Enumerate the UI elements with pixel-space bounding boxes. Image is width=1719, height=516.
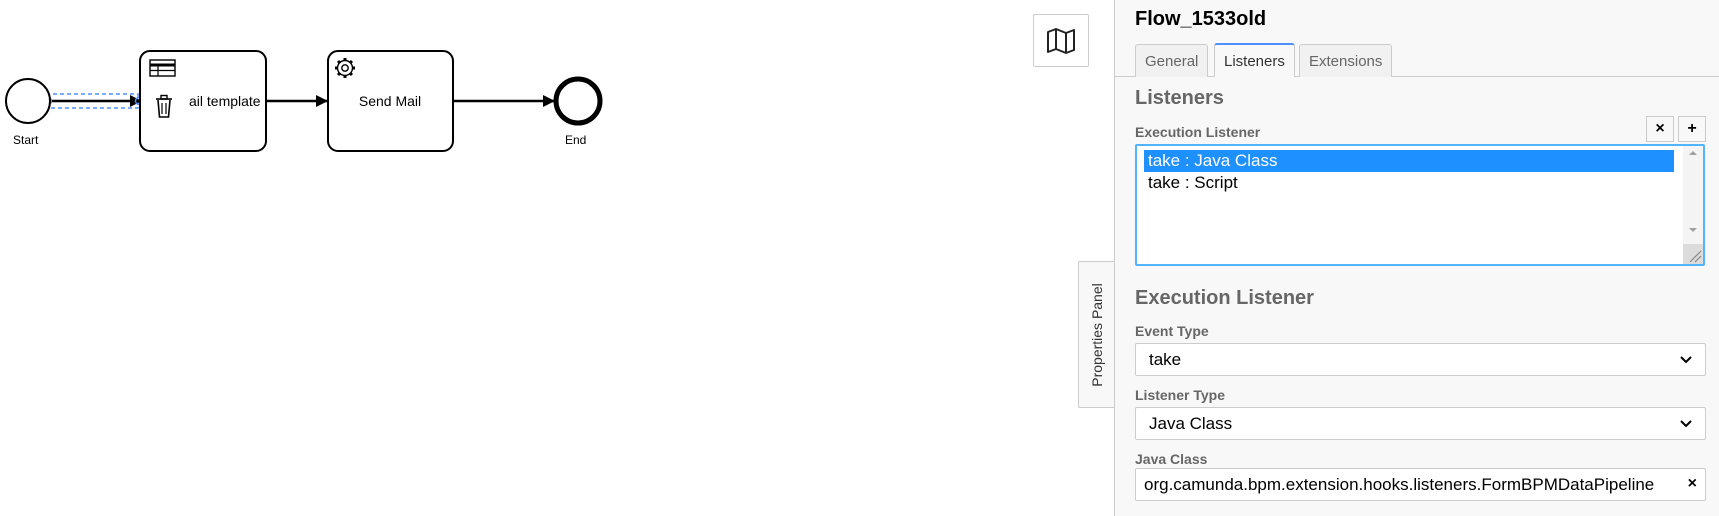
java-class-label: Java Class <box>1135 451 1208 467</box>
end-event[interactable] <box>553 76 603 126</box>
list-item[interactable]: take : Script <box>1144 172 1674 194</box>
java-class-value: org.camunda.bpm.extension.hooks.listener… <box>1144 474 1655 494</box>
scroll-down-icon <box>1689 228 1697 232</box>
listeners-heading: Listeners <box>1135 87 1224 109</box>
chevron-down-icon <box>1680 420 1692 428</box>
event-type-select[interactable]: take <box>1135 343 1706 376</box>
listener-type-value: Java Class <box>1149 413 1233 433</box>
panel-title: Flow_1533old <box>1135 8 1267 30</box>
tab-listeners[interactable]: Listeners <box>1214 43 1295 77</box>
scroll-up-icon <box>1689 151 1697 155</box>
listener-type-label: Listener Type <box>1135 387 1225 403</box>
trash-icon[interactable] <box>153 91 175 119</box>
list-scrollbar[interactable] <box>1683 146 1703 264</box>
bpmn-diagram[interactable]: Start ail template Send Mail End <box>0 0 1114 516</box>
minimap-toggle-button[interactable] <box>1033 14 1089 67</box>
remove-listener-button[interactable]: × <box>1646 116 1674 142</box>
execution-listener-label: Execution Listener <box>1135 124 1261 140</box>
tab-extensions[interactable]: Extensions <box>1299 44 1393 77</box>
tab-general[interactable]: General <box>1135 44 1209 77</box>
task-send-mail-label: Send Mail <box>359 93 421 109</box>
end-event-label: End <box>565 133 586 147</box>
java-class-input[interactable]: org.camunda.bpm.extension.hooks.listener… <box>1135 468 1706 501</box>
event-type-label: Event Type <box>1135 323 1209 339</box>
properties-panel-toggle-label: Properties Panel <box>1089 282 1105 387</box>
sequence-flow-selected[interactable] <box>43 93 144 109</box>
map-icon <box>1047 27 1075 54</box>
start-event-label: Start <box>13 133 39 147</box>
clear-java-class-button[interactable]: × <box>1688 475 1697 493</box>
add-listener-button[interactable]: + <box>1678 116 1706 142</box>
task-mail-template-label: ail template <box>189 93 261 109</box>
listener-type-select[interactable]: Java Class <box>1135 407 1706 440</box>
start-event[interactable] <box>5 78 51 124</box>
execution-listener-heading: Execution Listener <box>1135 287 1314 309</box>
task-send-mail[interactable]: Send Mail <box>327 50 454 152</box>
properties-panel: Flow_1533old General Listeners Extension… <box>1114 0 1719 516</box>
properties-panel-toggle[interactable]: Properties Panel <box>1078 261 1115 408</box>
chevron-down-icon <box>1680 356 1692 364</box>
tab-bar: General Listeners Extensions <box>1115 43 1719 77</box>
event-type-value: take <box>1149 349 1182 369</box>
bpmn-canvas[interactable]: Start ail template Send Mail End <box>0 0 1114 516</box>
list-item[interactable]: take : Java Class <box>1144 150 1674 172</box>
listener-list[interactable]: take : Java Class take : Script <box>1135 144 1705 266</box>
